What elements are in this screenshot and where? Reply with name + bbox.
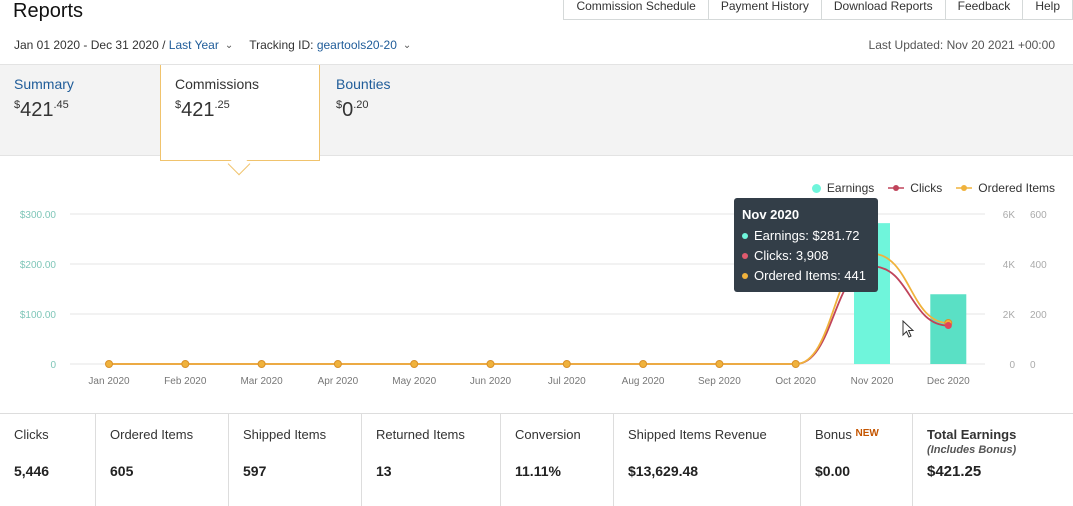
stat-conversion: Conversion 11.11% — [501, 414, 614, 506]
tab-value: $421.25 — [175, 99, 230, 121]
legend-earnings[interactable]: Earnings — [811, 181, 874, 195]
legend-clicks[interactable]: Clicks — [888, 181, 942, 195]
point-ordered-items — [257, 360, 266, 368]
tooltip-ordered: Ordered Items: 441 — [742, 266, 870, 286]
new-badge: NEW — [855, 428, 879, 439]
date-range-text: Jan 01 2020 - Dec 31 2020 / — [14, 38, 166, 52]
stat-ordered-items: Ordered Items 605 — [96, 414, 229, 506]
y-tick-right1: 4K — [1003, 260, 1016, 271]
stat-total-earnings: Total Earnings (Includes Bonus) $421.25 — [927, 427, 1017, 480]
last-updated: Last Updated: Nov 20 2021 +00:00 — [868, 38, 1055, 52]
date-range-dropdown[interactable]: Last Year — [169, 38, 219, 52]
filter-bar: Jan 01 2020 - Dec 31 2020 / Last Year ⌄ … — [14, 38, 427, 52]
tab-value: $421.45 — [14, 99, 69, 121]
point-ordered-items — [715, 360, 724, 368]
tooltip-clicks: Clicks: 3,908 — [742, 246, 870, 266]
x-tick-label: May 2020 — [392, 376, 436, 387]
y-tick-left: $300.00 — [20, 210, 57, 221]
point-ordered-items — [639, 360, 648, 368]
point-clicks — [944, 322, 952, 330]
tab-bounties[interactable]: Bounties $0.20 — [322, 65, 482, 157]
point-ordered-items — [181, 360, 190, 368]
tab-summary[interactable]: Summary $421.45 — [0, 65, 160, 157]
x-tick-label: Jul 2020 — [548, 376, 586, 387]
tooltip-title: Nov 2020 — [742, 207, 800, 222]
point-ordered-items — [410, 360, 419, 368]
report-tabs: Summary $421.45 Commissions $421.25 Boun… — [0, 64, 1073, 161]
y-tick-right1: 6K — [1003, 210, 1016, 221]
tab-value: $0.20 — [336, 99, 369, 121]
earnings-chart[interactable]: 0 $100.00 $200.00 $300.00 0 2K 4K 6K 0 200 400 600 J… — [0, 200, 1073, 395]
y-tick-right2: 0 — [1030, 360, 1036, 371]
mouse-cursor-icon — [902, 320, 915, 338]
y-tick-right1: 2K — [1003, 310, 1016, 321]
legend-line-icon — [888, 184, 905, 192]
legend-dot-icon — [811, 183, 821, 193]
point-ordered-items — [333, 360, 342, 368]
page-title: Reports — [13, 0, 84, 22]
point-ordered-items — [562, 360, 571, 368]
tab-commissions[interactable]: Commissions $421.25 — [160, 65, 320, 161]
stat-shipped-revenue: Shipped Items Revenue $13,629.48 — [614, 414, 801, 506]
y-tick-left: $100.00 — [20, 310, 57, 321]
chart-legend: Earnings Clicks Ordered Items — [798, 181, 1055, 195]
y-tick-left: 0 — [50, 360, 56, 371]
y-tick-right2: 200 — [1030, 310, 1047, 321]
x-tick-label: Mar 2020 — [240, 376, 283, 387]
tab-label: Summary — [14, 76, 74, 92]
point-ordered-items — [105, 360, 113, 368]
x-tick-label: Nov 2020 — [851, 376, 894, 387]
top-nav: Commission Schedule Payment History Down… — [563, 0, 1073, 20]
chevron-down-icon[interactable]: ⌄ — [403, 40, 411, 51]
x-tick-label: Jan 2020 — [88, 376, 130, 387]
nav-feedback[interactable]: Feedback — [944, 0, 1023, 20]
nav-help[interactable]: Help — [1022, 0, 1073, 20]
point-ordered-items — [486, 360, 495, 368]
tab-label: Commissions — [175, 76, 260, 92]
tab-label: Bounties — [336, 76, 391, 92]
x-tick-label: Aug 2020 — [622, 376, 665, 387]
tracking-id-dropdown[interactable]: geartools20-20 — [317, 38, 397, 52]
legend-ordered-items[interactable]: Ordered Items — [956, 181, 1055, 195]
stat-shipped-items: Shipped Items 597 — [229, 414, 362, 506]
x-tick-label: Apr 2020 — [318, 376, 359, 387]
nav-download-reports[interactable]: Download Reports — [820, 0, 945, 20]
chart-tooltip: Nov 2020 Earnings: $281.72 Clicks: 3,908… — [734, 198, 878, 292]
x-tick-label: Feb 2020 — [164, 376, 207, 387]
y-tick-left: $200.00 — [20, 260, 57, 271]
tooltip-earnings: Earnings: $281.72 — [742, 226, 870, 246]
y-tick-right2: 400 — [1030, 260, 1047, 271]
x-tick-label: Sep 2020 — [698, 376, 741, 387]
legend-line-icon — [956, 184, 973, 192]
stats-bar: Clicks 5,446 Ordered Items 605 Shipped I… — [0, 413, 1073, 506]
stat-returned-items: Returned Items 13 — [362, 414, 501, 506]
stat-bonus: Bonus NEW $0.00 — [801, 414, 913, 506]
x-tick-label: Dec 2020 — [927, 376, 970, 387]
chevron-down-icon[interactable]: ⌄ — [225, 40, 233, 51]
x-tick-label: Jun 2020 — [470, 376, 512, 387]
y-tick-right1: 0 — [1009, 360, 1015, 371]
y-tick-right2: 600 — [1030, 210, 1047, 221]
bar-earnings — [930, 294, 967, 364]
nav-payment-history[interactable]: Payment History — [707, 0, 821, 20]
tracking-label: Tracking ID: — [249, 38, 314, 52]
x-tick-label: Oct 2020 — [775, 376, 816, 387]
point-ordered-items — [791, 360, 800, 368]
nav-commission-schedule[interactable]: Commission Schedule — [563, 0, 708, 20]
stat-clicks: Clicks 5,446 — [0, 414, 96, 506]
